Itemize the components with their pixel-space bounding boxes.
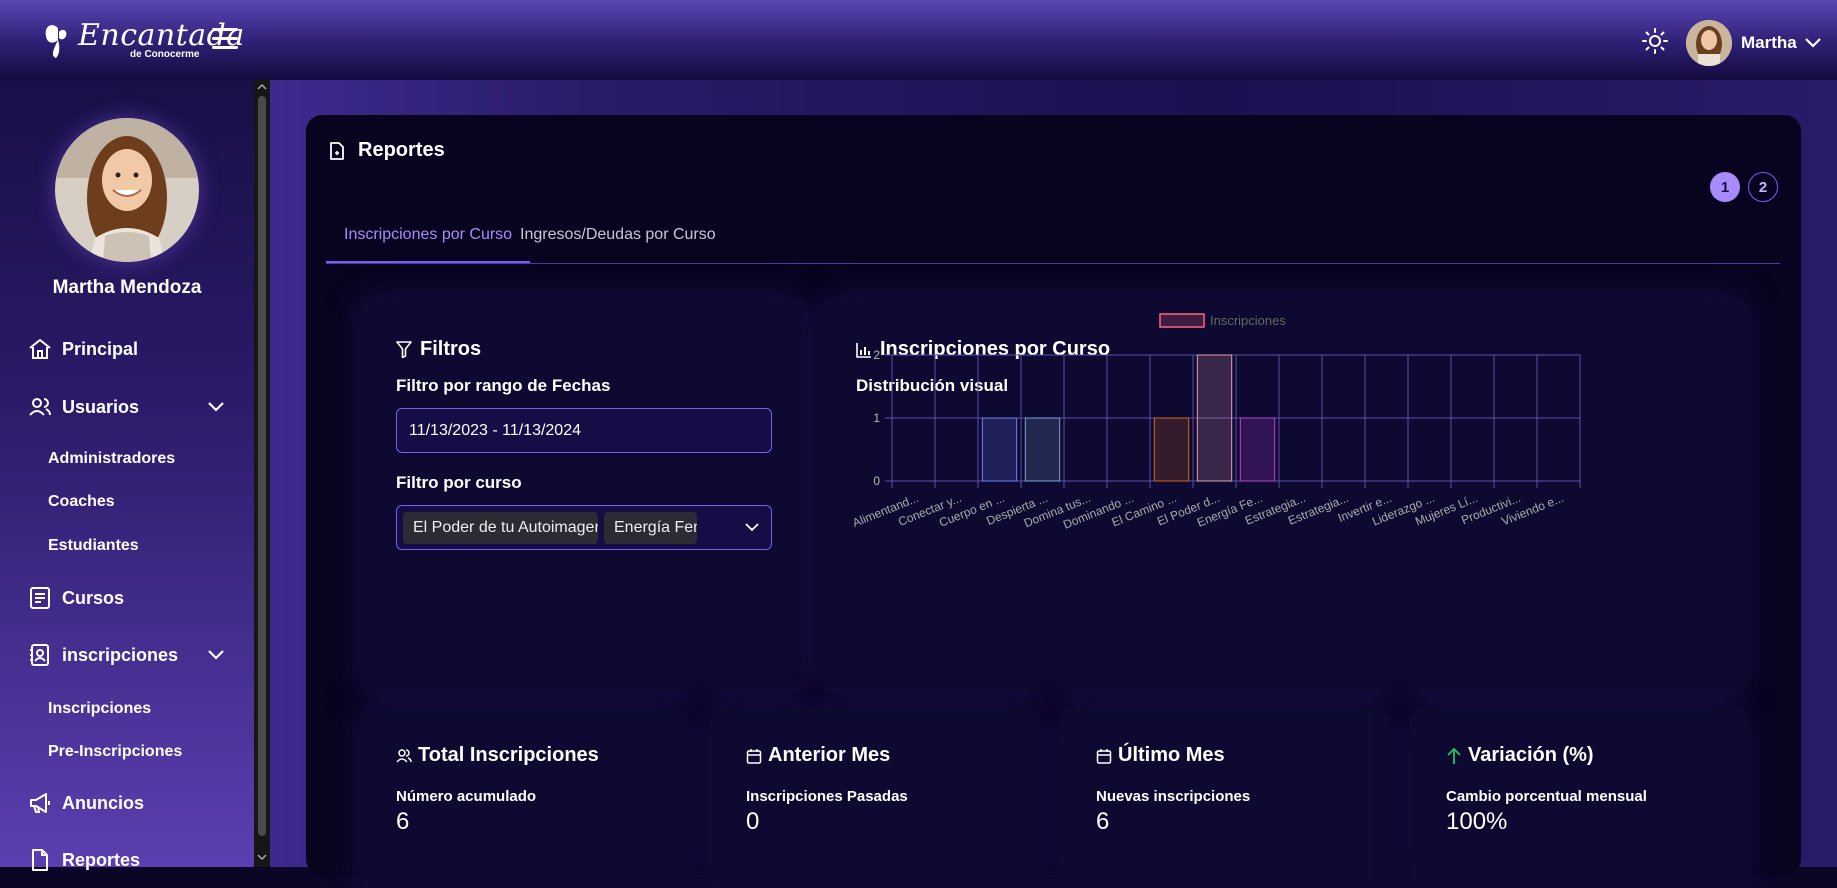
sidebar-item-anuncios[interactable]: Anuncios [28, 791, 144, 815]
sidebar-subitem-coaches[interactable]: Coaches [48, 493, 115, 511]
sidebar-item-label: Principal [62, 338, 139, 359]
sidebar-item-principal[interactable]: Principal [28, 337, 138, 361]
scroll-up-icon[interactable] [257, 82, 267, 92]
course-multiselect[interactable]: El Poder de tu Autoimagen Energía Femeni… [396, 505, 772, 550]
top-bar: Encantada de Conocerme Martha [0, 0, 1837, 80]
y-tick-label: 2 [873, 348, 880, 362]
report-tabs: Inscripciones por Curso Ingresos/Deudas … [326, 223, 1780, 264]
chart-bar [981, 417, 1018, 482]
sidebar-scrollbar[interactable] [254, 80, 270, 867]
stat-title: Último Mes [1096, 744, 1225, 767]
stat-title-text: Último Mes [1118, 744, 1225, 766]
stat-title: Variación (%) [1446, 744, 1594, 767]
course-chip: El Poder de tu Autoimagen [403, 512, 598, 544]
sidebar-subitem-inscripciones[interactable]: Inscripciones [48, 700, 151, 718]
chevron-down-icon[interactable] [208, 650, 224, 660]
date-range-label: Filtro por rango de Fechas [396, 376, 611, 395]
tab-ingresos-deudas-por-curso[interactable]: Ingresos/Deudas por Curso [502, 223, 734, 263]
stat-value: 0 [746, 808, 760, 835]
users-icon [29, 398, 51, 416]
avatar [1686, 20, 1732, 66]
sidebar-subitem-estudiantes[interactable]: Estudiantes [48, 537, 139, 555]
stat-card-total: Total Inscripciones Número acumulado 6 [360, 708, 690, 888]
scroll-down-icon[interactable] [257, 852, 267, 862]
stat-subtitle: Número acumulado [396, 788, 537, 805]
stat-subtitle: Inscripciones Pasadas [746, 788, 908, 805]
arrow-up-icon [1447, 747, 1461, 764]
tab-inscripciones-por-curso[interactable]: Inscripciones por Curso [326, 223, 531, 263]
chart-bar [1153, 417, 1190, 482]
reports-panel: Reportes 1 2 Inscripciones por Curso Ing… [306, 115, 1801, 888]
stat-title: Total Inscripciones [396, 744, 599, 767]
filters-title-text: Filtros [420, 338, 482, 360]
page-button-1[interactable]: 1 [1710, 172, 1740, 202]
report-icon [330, 141, 344, 160]
contact-book-icon [30, 644, 49, 666]
chart-bar [1239, 417, 1276, 482]
page-title-text: Reportes [358, 139, 445, 161]
stat-title-text: Variación (%) [1468, 744, 1594, 766]
legend-label[interactable]: Inscripciones [1210, 313, 1286, 328]
chart-legend: Inscripciones [1159, 313, 1286, 328]
scrollbar-thumb[interactable] [258, 96, 266, 836]
sidebar-item-label: inscripciones [62, 644, 179, 665]
butterfly-icon [45, 25, 67, 58]
sun-icon[interactable] [1642, 28, 1668, 54]
page-button-2[interactable]: 2 [1748, 172, 1778, 202]
sidebar-item-cursos[interactable]: Cursos [28, 586, 124, 610]
chart-card: Inscripciones por Curso Distribución vis… [822, 298, 1747, 693]
sidebar-item-label: Anuncios [62, 792, 145, 813]
course-chip: Energía Femenina [604, 512, 697, 544]
sidebar-item-usuarios[interactable]: Usuarios [28, 395, 139, 419]
sidebar-item-inscripciones[interactable]: inscripciones [28, 643, 178, 667]
stat-subtitle: Cambio porcentual mensual [1446, 788, 1647, 805]
filter-icon [396, 341, 412, 358]
filters-title: Filtros [396, 338, 481, 361]
course-chip-label: Energía Femenina [614, 519, 697, 536]
sidebar-item-label: Cursos [62, 587, 125, 608]
chevron-down-icon [1804, 38, 1821, 48]
bar-chart: Inscripciones012Alimentand...Conectar y.… [850, 313, 1581, 532]
profile-photo [55, 118, 199, 262]
book-icon [30, 587, 50, 609]
y-tick-label: 1 [873, 411, 880, 425]
chart-bar [1196, 354, 1233, 482]
home-icon [29, 339, 51, 359]
chevron-down-icon[interactable] [208, 402, 224, 412]
page-title: Reportes [330, 139, 445, 162]
users-icon [396, 748, 412, 763]
stat-value: 100% [1446, 808, 1508, 835]
report-icon [32, 849, 48, 871]
sidebar-item-label: Reportes [62, 849, 141, 870]
sidebar: Martha Mendoza Principal Usuarios Admini… [0, 80, 254, 871]
stat-title-text: Anterior Mes [768, 744, 891, 766]
course-chip-label: El Poder de tu Autoimagen [413, 519, 598, 536]
stat-title-text: Total Inscripciones [418, 744, 599, 766]
user-name: Martha [1741, 33, 1797, 52]
chart-bar [1024, 417, 1061, 482]
chevron-down-icon[interactable] [745, 523, 759, 532]
stat-subtitle: Nuevas inscripciones [1096, 788, 1251, 805]
course-filter-label: Filtro por curso [396, 473, 522, 492]
stat-title: Anterior Mes [746, 744, 890, 767]
stat-card-variation: Variación (%) Cambio porcentual mensual … [1410, 708, 1747, 888]
user-menu[interactable]: Martha [1686, 20, 1821, 66]
sidebar-subitem-pre-inscripciones[interactable]: Pre-Inscripciones [48, 743, 182, 761]
megaphone-icon [30, 793, 50, 813]
sidebar-item-reportes[interactable]: Reportes [28, 848, 140, 872]
legend-swatch[interactable] [1159, 313, 1205, 328]
stat-value: 6 [1096, 808, 1110, 835]
stat-value: 6 [396, 808, 410, 835]
stat-card-last-month: Último Mes Nuevas inscripciones 6 [1060, 708, 1390, 888]
profile-name: Martha Mendoza [52, 277, 202, 298]
calendar-icon [746, 748, 762, 764]
filters-card: Filtros Filtro por rango de Fechas Filtr… [360, 298, 806, 693]
y-tick-label: 0 [873, 474, 880, 488]
stat-card-previous-month: Anterior Mes Inscripciones Pasadas 0 [710, 708, 1040, 888]
menu-toggle-icon[interactable] [212, 28, 238, 50]
sidebar-item-label: Usuarios [62, 396, 140, 417]
sidebar-subitem-administradores[interactable]: Administradores [48, 450, 175, 468]
calendar-icon [1096, 748, 1112, 764]
date-range-input[interactable] [396, 408, 772, 453]
